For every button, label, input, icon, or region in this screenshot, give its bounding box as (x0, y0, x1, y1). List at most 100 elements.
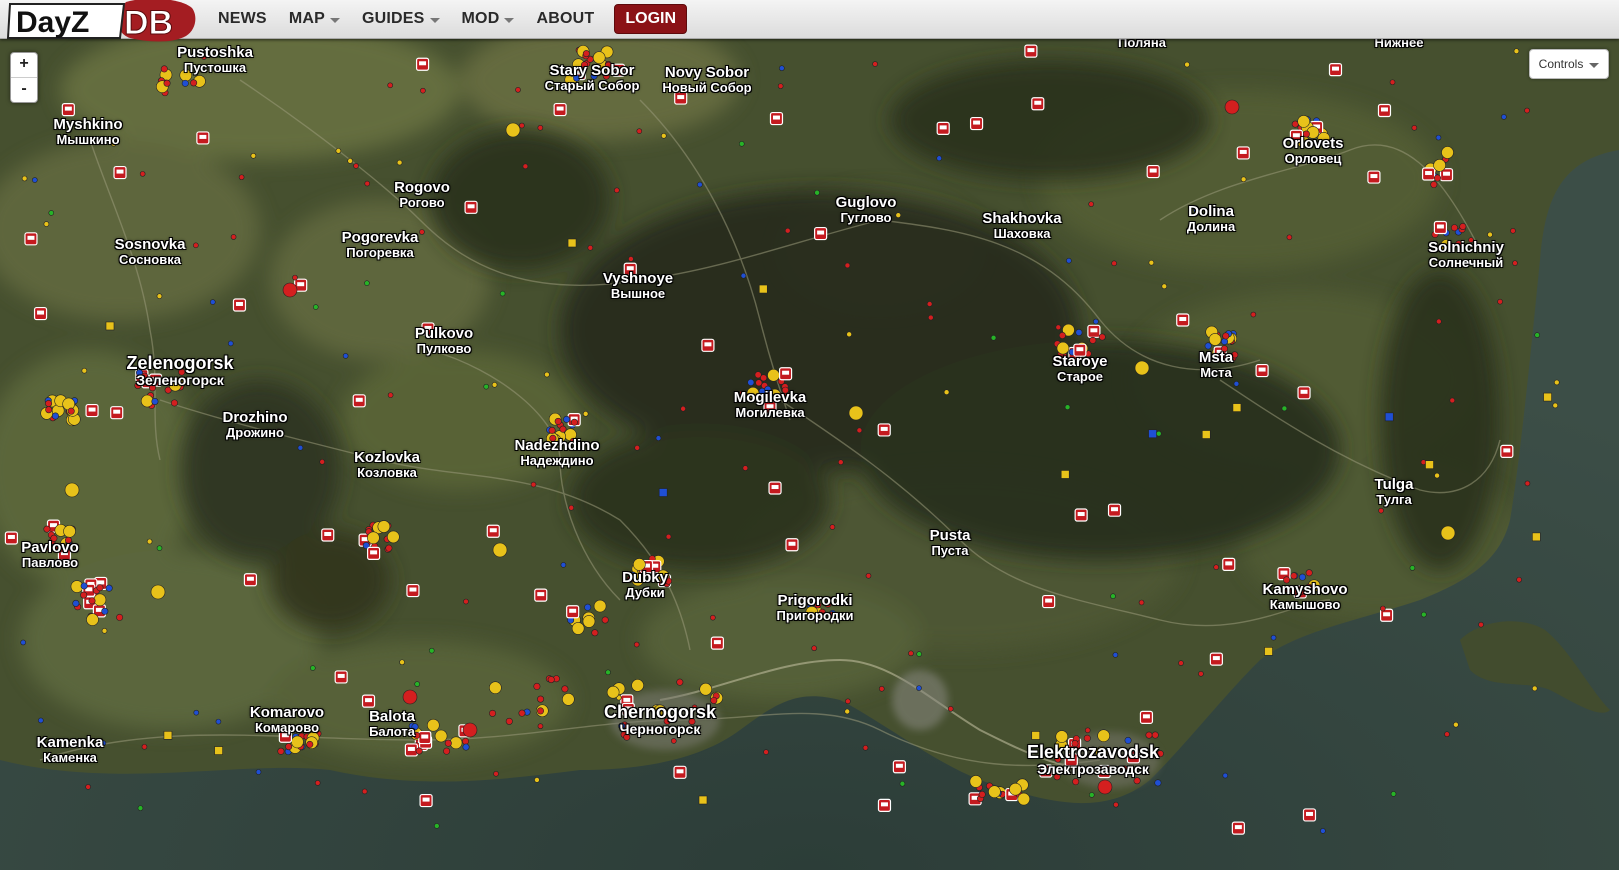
loot-marker[interactable] (1478, 621, 1484, 628)
loot-marker[interactable] (747, 378, 755, 386)
car-icon[interactable] (421, 322, 435, 336)
loot-marker[interactable] (463, 598, 469, 605)
loot-marker[interactable] (1178, 660, 1184, 666)
car-icon[interactable] (1107, 503, 1122, 517)
loot-marker[interactable] (444, 739, 452, 747)
loot-marker[interactable] (1449, 397, 1456, 404)
loot-marker[interactable] (367, 531, 380, 545)
loot-marker[interactable] (364, 280, 370, 286)
loot-marker[interactable] (605, 669, 611, 676)
loot-marker[interactable] (462, 737, 470, 745)
loot-marker[interactable] (489, 709, 497, 717)
loot-marker[interactable] (1184, 61, 1190, 68)
loot-marker[interactable] (601, 616, 609, 624)
loot-marker[interactable] (85, 784, 91, 790)
car-icon[interactable] (1126, 750, 1141, 764)
loot-marker[interactable] (402, 689, 418, 705)
loot-marker[interactable] (533, 682, 541, 690)
car-icon[interactable] (1328, 63, 1343, 77)
car-icon[interactable] (334, 670, 348, 684)
loot-marker[interactable] (105, 584, 113, 592)
loot-marker[interactable] (1552, 402, 1559, 409)
loot-marker[interactable] (215, 718, 222, 725)
loot-marker[interactable] (1320, 828, 1326, 834)
loot-marker[interactable] (1161, 283, 1168, 290)
loot-marker[interactable] (676, 678, 684, 686)
loot-marker[interactable] (569, 437, 577, 445)
loot-marker[interactable] (411, 723, 419, 731)
loot-marker[interactable] (100, 740, 107, 747)
loot-marker[interactable] (505, 717, 513, 725)
loot-marker[interactable] (1083, 734, 1091, 742)
loot-square-icon[interactable] (1384, 412, 1394, 422)
loot-marker[interactable] (1138, 599, 1145, 606)
loot-marker[interactable] (602, 72, 610, 80)
car-icon[interactable] (1209, 652, 1223, 666)
loot-marker[interactable] (499, 290, 506, 297)
loot-marker[interactable] (587, 244, 594, 251)
loot-marker[interactable] (1534, 332, 1540, 338)
car-icon[interactable] (1289, 129, 1304, 143)
loot-marker[interactable] (848, 405, 864, 421)
loot-marker[interactable] (653, 704, 667, 718)
loot-marker[interactable] (530, 481, 537, 488)
car-icon[interactable] (113, 165, 127, 180)
loot-marker[interactable] (1201, 354, 1209, 362)
loot-square-icon[interactable] (1232, 403, 1242, 412)
car-icon[interactable] (892, 760, 906, 774)
loot-marker[interactable] (990, 334, 997, 341)
loot-marker[interactable] (631, 679, 644, 692)
loot-square-icon[interactable] (1543, 392, 1552, 402)
loot-marker[interactable] (1297, 115, 1310, 128)
loot-marker[interactable] (664, 577, 672, 585)
loot-marker[interactable] (518, 709, 526, 717)
loot-marker[interactable] (1113, 801, 1119, 808)
loot-marker[interactable] (779, 65, 785, 72)
loot-marker[interactable] (829, 524, 836, 530)
loot-marker[interactable] (1134, 360, 1150, 376)
loot-marker[interactable] (916, 685, 922, 691)
loot-marker[interactable] (139, 171, 146, 177)
loot-marker[interactable] (623, 733, 631, 741)
loot-marker[interactable] (699, 708, 707, 716)
loot-marker[interactable] (101, 628, 108, 634)
loot-marker[interactable] (582, 615, 596, 628)
car-icon[interactable] (321, 528, 335, 542)
loot-square-icon[interactable] (658, 488, 668, 497)
loot-square-icon[interactable] (1532, 532, 1541, 542)
loot-marker[interactable] (660, 133, 667, 139)
loot-marker[interactable] (32, 177, 38, 183)
car-icon[interactable] (701, 338, 715, 352)
loot-marker[interactable] (697, 181, 703, 188)
loot-marker[interactable] (582, 411, 589, 417)
loot-marker[interactable] (96, 584, 104, 592)
loot-marker[interactable] (570, 418, 578, 426)
loot-marker[interactable] (387, 530, 400, 544)
loot-square-icon[interactable] (163, 730, 173, 740)
loot-marker[interactable] (1112, 652, 1119, 658)
loot-marker[interactable] (844, 708, 851, 715)
car-icon[interactable] (1087, 324, 1101, 338)
loot-marker[interactable] (1524, 480, 1531, 487)
loot-marker[interactable] (655, 435, 662, 441)
loot-marker[interactable] (593, 599, 607, 613)
car-icon[interactable] (1064, 753, 1078, 767)
loot-marker[interactable] (811, 645, 817, 652)
loot-marker[interactable] (592, 51, 606, 64)
loot-marker[interactable] (1290, 572, 1298, 580)
loot-marker[interactable] (805, 605, 819, 619)
loot-marker[interactable] (758, 387, 766, 395)
loot-marker[interactable] (1124, 736, 1132, 744)
loot-marker[interactable] (93, 593, 107, 607)
car-icon[interactable] (1255, 363, 1269, 378)
loot-marker[interactable] (80, 582, 88, 590)
loot-marker[interactable] (710, 696, 718, 704)
car-icon[interactable] (61, 103, 75, 117)
loot-marker[interactable] (573, 74, 581, 82)
loot-marker[interactable] (846, 331, 852, 338)
loot-marker[interactable] (865, 572, 872, 579)
car-icon[interactable] (1176, 313, 1190, 327)
loot-marker[interactable] (515, 87, 521, 93)
loot-marker[interactable] (1111, 260, 1117, 267)
loot-marker[interactable] (1017, 792, 1031, 806)
